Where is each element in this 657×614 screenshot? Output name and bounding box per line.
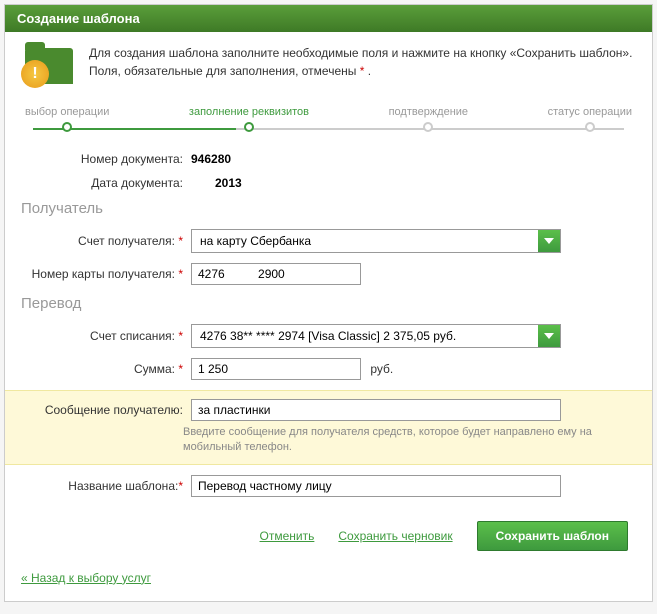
step-4: статус операции — [548, 106, 632, 132]
message-highlight: Сообщение получателю: Введите сообщение … — [5, 390, 652, 465]
section-transfer: Перевод — [21, 295, 636, 312]
intro-line2: Поля, обязательные для заполнения, отмеч… — [89, 62, 632, 80]
recipient-card-label: Номер карты получателя: * — [21, 267, 191, 281]
amount-input[interactable] — [191, 358, 361, 380]
step-1: выбор операции — [25, 106, 109, 132]
chevron-down-icon — [538, 325, 560, 347]
writeoff-account-label: Счет списания: * — [21, 329, 191, 343]
docdate-label: Дата документа: — [21, 176, 191, 190]
message-input[interactable] — [191, 399, 561, 421]
action-bar: Отменить Сохранить черновик Сохранить ша… — [29, 521, 628, 551]
currency-label: руб. — [370, 362, 393, 376]
template-folder-icon: ! — [21, 44, 77, 88]
template-name-input[interactable] — [191, 475, 561, 497]
back-link[interactable]: « Назад к выбору услуг — [21, 571, 151, 585]
template-form-window: Создание шаблона ! Для создания шаблона … — [4, 4, 653, 602]
template-name-label: Название шаблона:* — [21, 479, 191, 493]
message-hint: Введите сообщение для получателя средств… — [183, 425, 652, 456]
recipient-card-input[interactable] — [191, 263, 361, 285]
recipient-account-label: Счет получателя: * — [21, 234, 191, 248]
intro-block: ! Для создания шаблона заполните необход… — [21, 44, 636, 88]
docnum-value: 946280 — [191, 152, 636, 166]
docdate-value: 2013 — [191, 176, 636, 190]
cancel-link[interactable]: Отменить — [260, 529, 315, 543]
chevron-down-icon — [538, 230, 560, 252]
amount-label: Сумма: * — [21, 362, 191, 376]
intro-line1: Для создания шаблона заполните необходим… — [89, 44, 632, 62]
writeoff-account-select[interactable]: 4276 38** **** 2974 [Visa Classic] 2 375… — [191, 324, 561, 348]
recipient-account-select[interactable]: на карту Сбербанка — [191, 229, 561, 253]
window-title: Создание шаблона — [5, 5, 652, 32]
save-draft-link[interactable]: Сохранить черновик — [338, 529, 452, 543]
step-3: подтверждение — [389, 106, 468, 132]
message-label: Сообщение получателю: — [21, 403, 191, 417]
docnum-label: Номер документа: — [21, 152, 191, 166]
step-indicator: выбор операции заполнение реквизитов под… — [21, 106, 636, 132]
step-2: заполнение реквизитов — [189, 106, 309, 132]
section-recipient: Получатель — [21, 200, 636, 217]
save-template-button[interactable]: Сохранить шаблон — [477, 521, 628, 551]
